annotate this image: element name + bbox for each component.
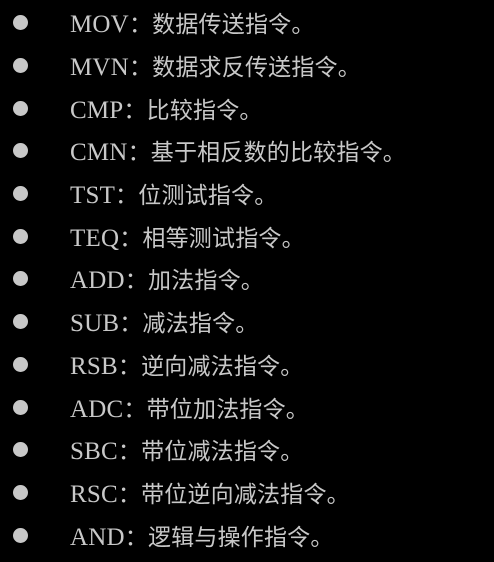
bullet-icon — [13, 271, 28, 287]
separator: ： — [115, 183, 139, 210]
separator: ： — [123, 97, 147, 124]
list-item-text: MVN：数据求反传送指令。 — [70, 48, 361, 82]
list-item-mov: MOV：数据传送指令。 — [0, 1, 494, 44]
bullet-icon — [13, 58, 28, 74]
description: 逻辑与操作指令。 — [147, 524, 334, 551]
list-item-sub: SUB：减法指令。 — [0, 300, 494, 343]
bullet-icon — [13, 314, 28, 330]
description: 基于相反数的比较指令。 — [150, 140, 406, 167]
description: 位测试指令。 — [138, 183, 278, 210]
bullet-icon — [13, 100, 28, 116]
separator: ： — [123, 396, 147, 423]
list-item-text: ADD：加法指令。 — [70, 261, 264, 295]
mnemonic: CMN — [70, 139, 128, 167]
bullet-icon — [13, 527, 28, 543]
description: 减法指令。 — [142, 311, 259, 338]
separator: ： — [119, 225, 143, 252]
separator: ： — [117, 481, 142, 508]
description: 相等测试指令。 — [142, 225, 305, 252]
mnemonic: CMP — [70, 96, 124, 124]
list-item-rsc: RSC：带位逆向减法指令。 — [0, 471, 494, 514]
description: 带位减法指令。 — [141, 439, 304, 466]
description: 逆向减法指令。 — [141, 353, 304, 380]
list-item-text: ADC：带位加法指令。 — [70, 390, 309, 424]
mnemonic: AND — [70, 523, 125, 551]
separator: ： — [124, 524, 148, 551]
mnemonic: TEQ — [70, 224, 120, 252]
bullet-icon — [13, 15, 28, 31]
list-item-adc: ADC：带位加法指令。 — [0, 385, 494, 428]
mnemonic: SBC — [70, 438, 118, 466]
description: 比较指令。 — [146, 97, 263, 124]
separator: ： — [117, 439, 142, 466]
list-item-mvn: MVN：数据求反传送指令。 — [0, 44, 494, 87]
mnemonic: MOV — [70, 11, 129, 39]
bullet-icon — [13, 143, 28, 159]
list-item-text: RSB：逆向减法指令。 — [70, 347, 303, 381]
separator: ： — [128, 55, 153, 82]
slide: MOV：数据传送指令。 MVN：数据求反传送指令。 CMP：比较指令。 CMN：… — [0, 0, 494, 562]
list-item-text: AND：逻辑与操作指令。 — [70, 518, 334, 552]
bullet-icon — [13, 228, 28, 244]
description: 带位逆向减法指令。 — [141, 481, 350, 508]
list-item-text: TEQ：相等测试指令。 — [70, 219, 305, 253]
list-item-text: CMN：基于相反数的比较指令。 — [70, 133, 406, 167]
separator: ： — [119, 311, 143, 338]
instruction-list: MOV：数据传送指令。 MVN：数据求反传送指令。 CMP：比较指令。 CMN：… — [0, 1, 494, 556]
mnemonic: MVN — [70, 54, 129, 82]
description: 加法指令。 — [147, 268, 264, 295]
separator: ： — [128, 12, 153, 39]
bullet-icon — [13, 399, 28, 415]
description: 带位加法指令。 — [146, 396, 309, 423]
list-item-sbc: SBC：带位减法指令。 — [0, 428, 494, 471]
list-item-text: MOV：数据传送指令。 — [70, 5, 315, 39]
list-item-text: RSC：带位逆向减法指令。 — [70, 475, 350, 509]
description: 数据传送指令。 — [152, 12, 315, 39]
bullet-icon — [13, 442, 28, 458]
description: 数据求反传送指令。 — [152, 55, 361, 82]
mnemonic: RSB — [70, 352, 118, 380]
mnemonic: SUB — [70, 310, 120, 338]
separator: ： — [117, 353, 142, 380]
mnemonic: TST — [70, 182, 116, 210]
list-item-text: CMP：比较指令。 — [70, 91, 263, 125]
mnemonic: RSC — [70, 480, 118, 508]
separator: ： — [127, 140, 151, 167]
list-item-add: ADD：加法指令。 — [0, 257, 494, 300]
list-item-tst: TST：位测试指令。 — [0, 172, 494, 215]
mnemonic: ADC — [70, 395, 124, 423]
list-item-rsb: RSB：逆向减法指令。 — [0, 343, 494, 386]
list-item-teq: TEQ：相等测试指令。 — [0, 214, 494, 257]
list-item-and: AND：逻辑与操作指令。 — [0, 513, 494, 556]
bullet-icon — [13, 356, 28, 372]
bullet-icon — [13, 186, 28, 202]
list-item-text: TST：位测试指令。 — [70, 176, 277, 210]
list-item-text: SBC：带位减法指令。 — [70, 432, 303, 466]
separator: ： — [124, 268, 148, 295]
list-item-text: SUB：减法指令。 — [70, 304, 258, 338]
list-item-cmp: CMP：比较指令。 — [0, 86, 494, 129]
list-item-cmn: CMN：基于相反数的比较指令。 — [0, 129, 494, 172]
bullet-icon — [13, 484, 28, 500]
mnemonic: ADD — [70, 267, 125, 295]
